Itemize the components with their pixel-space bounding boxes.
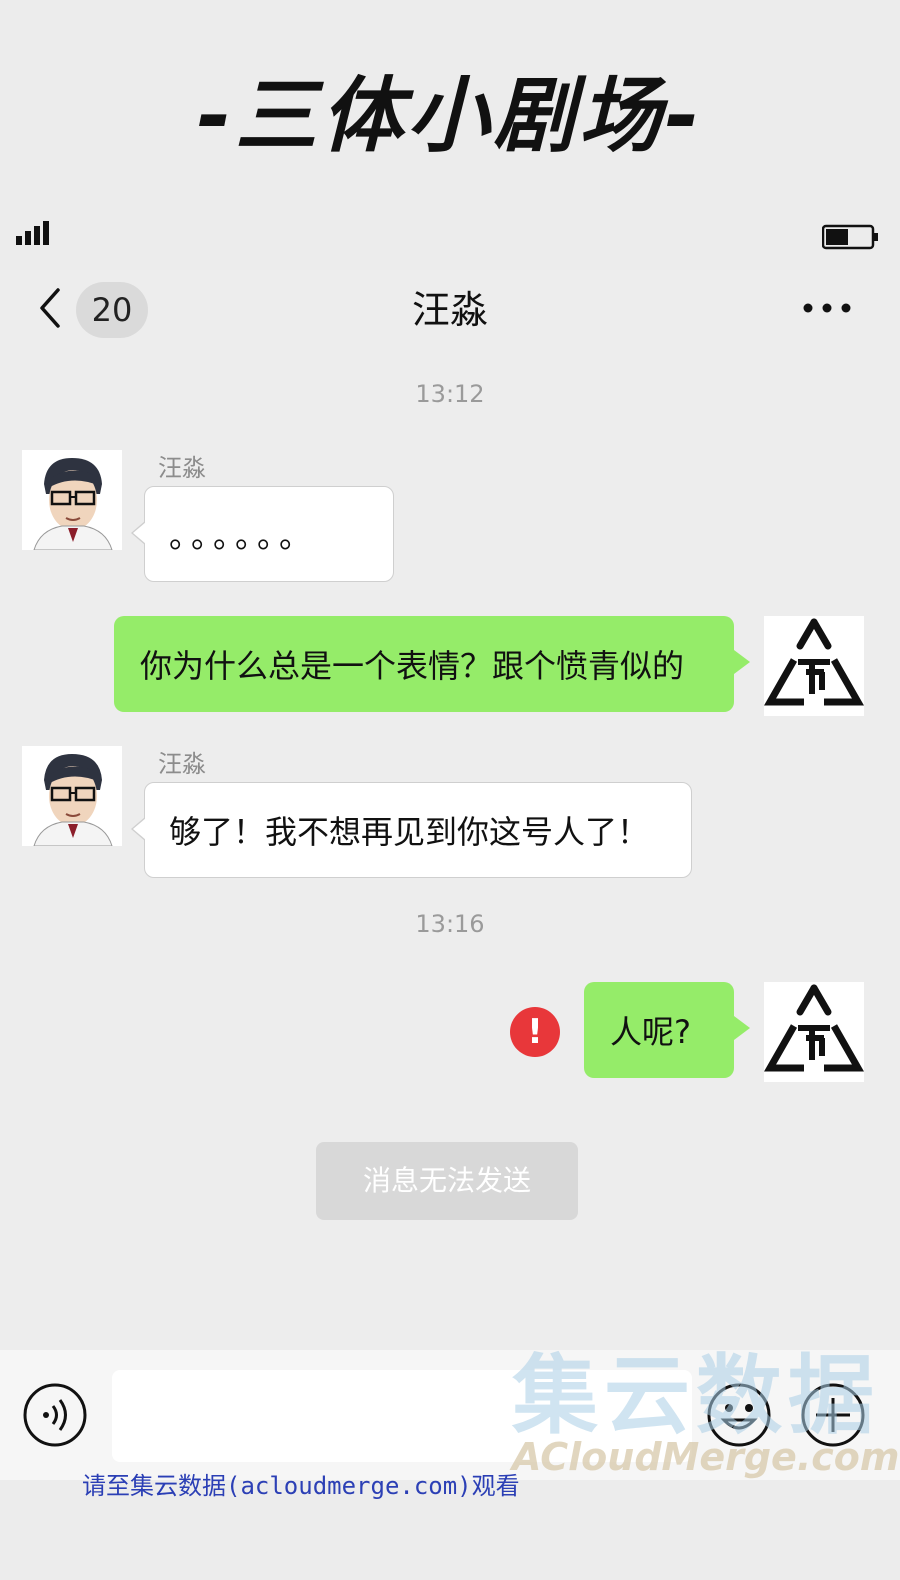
signal-icon (16, 221, 49, 245)
person-avatar-icon (22, 450, 122, 550)
avatar-wang-miao[interactable] (22, 450, 122, 550)
sender-name: 汪淼 (158, 750, 206, 778)
message-bubble-incoming[interactable]: 。。。。。。 (131, 486, 394, 582)
nav-bar: 20 汪淼 (0, 270, 900, 352)
message-bubble-incoming[interactable]: 够了！我不想再见到你这号人了！ (131, 782, 692, 878)
unread-count-badge[interactable]: 20 (76, 282, 148, 338)
trisolaris-logo-icon (764, 616, 864, 716)
more-dots-icon[interactable] (800, 298, 854, 318)
avatar-wang-miao[interactable] (22, 746, 122, 846)
timestamp: 13:16 (415, 910, 485, 938)
chevron-left-icon[interactable] (34, 284, 68, 332)
footer-notice: 请至集云数据(acloudmerge.com)观看 (82, 1472, 520, 1500)
battery-icon (822, 224, 878, 250)
status-bar (0, 215, 900, 255)
message-bubble-outgoing[interactable]: 人呢? (584, 982, 750, 1078)
avatar-self[interactable] (764, 982, 864, 1082)
chat-title: 汪淼 (411, 288, 488, 332)
exclamation-icon[interactable]: ! (510, 1007, 560, 1057)
trisolaris-logo-icon (764, 982, 864, 1082)
voice-icon[interactable] (22, 1382, 88, 1448)
system-notice: 消息无法发送 (316, 1142, 578, 1220)
sender-name: 汪淼 (158, 454, 206, 482)
chat-area: 13:12 汪淼 。。。。。。 你为什么总是一个表情？跟个愤青似的 汪淼 够了！… (0, 352, 900, 1350)
banner-title: -三体小剧场- (196, 69, 704, 164)
watermark-logo: 集云数据 (512, 1346, 880, 1446)
message-bubble-outgoing[interactable]: 你为什么总是一个表情？跟个愤青似的 (114, 616, 750, 712)
person-avatar-icon (22, 746, 122, 846)
avatar-self[interactable] (764, 616, 864, 716)
timestamp: 13:12 (415, 380, 485, 408)
